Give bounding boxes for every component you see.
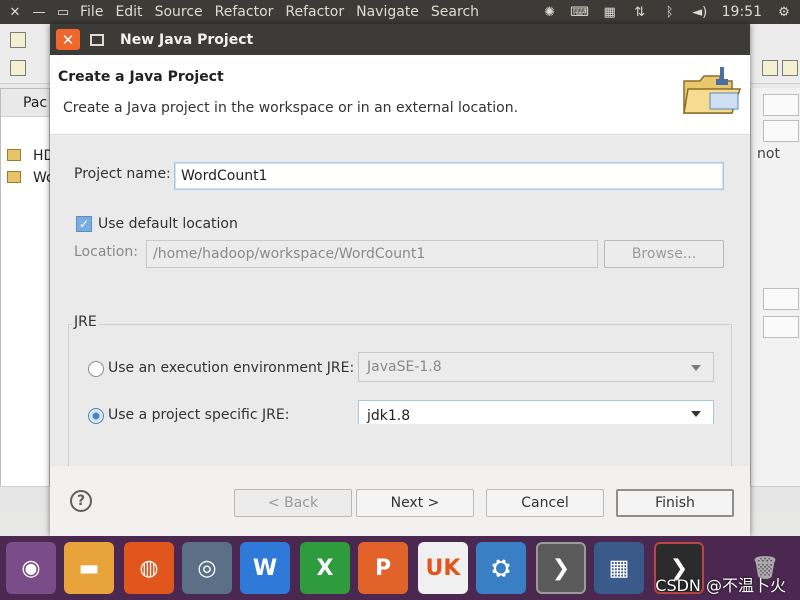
wizard-body: Project name: WordCount1 ✓ Use default l… (50, 136, 750, 474)
clock[interactable]: 19:51 (722, 4, 762, 20)
restore-icon[interactable]: ▭ (56, 5, 70, 20)
perspective-icon[interactable] (762, 60, 778, 76)
system-settings-icon[interactable]: ⛭ (476, 542, 526, 594)
project-specific-jre-value: jdk1.8 (367, 407, 411, 424)
next-button[interactable]: Next > (356, 489, 474, 517)
exec-env-jre-value: JavaSE-1.8 (367, 359, 442, 375)
project-item[interactable]: HD (1, 145, 54, 167)
chevron-down-icon (691, 365, 701, 371)
new-project-folder-icon (683, 67, 742, 114)
folder-icon (7, 171, 21, 183)
jre-group (68, 324, 732, 474)
menu-search[interactable]: Search (431, 4, 479, 20)
project-specific-jre-radio[interactable] (88, 408, 104, 424)
power-gear-icon[interactable]: ⚙ (776, 4, 792, 20)
menu-source[interactable]: Source (155, 4, 203, 20)
chromium-icon[interactable]: ◎ (182, 542, 232, 594)
project-specific-jre-select[interactable]: jdk1.8 (358, 400, 714, 424)
download-icon[interactable] (10, 60, 26, 76)
menu-edit[interactable]: Edit (115, 4, 142, 20)
view-controls[interactable] (763, 94, 799, 116)
package-explorer-title: Pac (1, 89, 49, 117)
location-input[interactable]: /home/hadoop/workspace/WordCount1 (146, 240, 598, 268)
view-menu-icon[interactable] (763, 120, 799, 142)
outline-view: not (750, 88, 800, 508)
wizard-footer: ? < Back Next > Cancel Finish (50, 466, 750, 536)
software-center-icon[interactable]: UK (418, 542, 468, 594)
use-default-location-label[interactable]: Use default location (98, 216, 238, 232)
view-controls[interactable] (763, 288, 799, 310)
menu-navigate[interactable]: Navigate (356, 4, 419, 20)
view-toolbar[interactable] (763, 316, 799, 338)
project-name-label: Project name: (74, 166, 171, 182)
volume-icon[interactable]: ◄) (692, 4, 708, 20)
wps-spreadsheet-icon[interactable]: X (300, 542, 350, 594)
close-icon[interactable]: ✕ (8, 5, 22, 20)
new-file-icon[interactable] (10, 32, 26, 48)
calendar-icon[interactable]: ▦ (602, 4, 618, 20)
system-tray: ✺ ⌨ ▦ ⇅ ᛒ ◄) 19:51 ⚙ (542, 0, 792, 24)
project-item[interactable]: Wo (1, 167, 55, 189)
folder-icon (7, 149, 21, 161)
top-menu-bar: ✕ — ▭ File Edit Source Refactor Refactor… (0, 0, 800, 24)
outline-message: not (757, 146, 780, 162)
exec-env-jre-radio[interactable] (88, 361, 104, 377)
ubuntu-logo-icon[interactable]: ◉ (6, 542, 56, 594)
wps-writer-icon[interactable]: W (240, 542, 290, 594)
dialog-title: New Java Project (120, 31, 254, 48)
wizard-heading: Create a Java Project (58, 69, 224, 85)
exec-env-jre-select[interactable]: JavaSE-1.8 (358, 352, 714, 382)
chevron-down-icon (691, 411, 701, 417)
help-icon[interactable]: ? (70, 490, 92, 512)
wps-presentation-icon[interactable]: P (358, 542, 408, 594)
update-gear-icon[interactable]: ✺ (542, 4, 558, 20)
browse-button[interactable]: Browse... (604, 240, 724, 268)
exec-env-jre-label[interactable]: Use an execution environment JRE: (108, 360, 354, 376)
wizard-banner: Create a Java Project Create a Java proj… (50, 55, 750, 135)
window-controls: ✕ — ▭ (0, 5, 80, 20)
project-name-input[interactable]: WordCount1 (174, 162, 724, 190)
new-java-project-dialog: ✕ New Java Project Create a Java Project… (50, 24, 750, 536)
dialog-maximize-icon[interactable] (90, 33, 104, 46)
eclipse-app-icon[interactable]: ❯ (536, 542, 586, 594)
cancel-button[interactable]: Cancel (486, 489, 604, 517)
location-label: Location: (74, 244, 138, 260)
jre-group-label: JRE (72, 314, 99, 330)
menu-refactor-2[interactable]: Refactor (285, 4, 344, 20)
dialog-titlebar: ✕ New Java Project (50, 24, 750, 55)
workspace-switcher-icon[interactable]: ▦ (594, 542, 644, 594)
bluetooth-icon[interactable]: ᛒ (662, 4, 678, 20)
files-icon[interactable]: ▬ (64, 542, 114, 594)
minimize-icon[interactable]: — (32, 5, 46, 20)
wizard-description: Create a Java project in the workspace o… (63, 100, 519, 116)
menu-file[interactable]: File (80, 4, 103, 20)
finish-button[interactable]: Finish (616, 489, 734, 517)
watermark: CSDN @不温卜火 (655, 576, 786, 595)
use-default-location-checkbox[interactable]: ✓ (76, 216, 92, 232)
firefox-icon[interactable]: ◍ (124, 542, 174, 594)
java-perspective-icon[interactable] (782, 60, 798, 76)
keyboard-icon[interactable]: ⌨ (570, 4, 589, 20)
menu-bar: File Edit Source Refactor Refactor Navig… (80, 4, 479, 20)
back-button[interactable]: < Back (234, 489, 352, 517)
network-icon[interactable]: ⇅ (632, 4, 648, 20)
package-explorer: Pac HD Wo (0, 88, 55, 508)
menu-refactor[interactable]: Refactor (215, 4, 274, 20)
dialog-close-icon[interactable]: ✕ (56, 29, 80, 50)
project-specific-jre-label[interactable]: Use a project specific JRE: (108, 407, 289, 423)
